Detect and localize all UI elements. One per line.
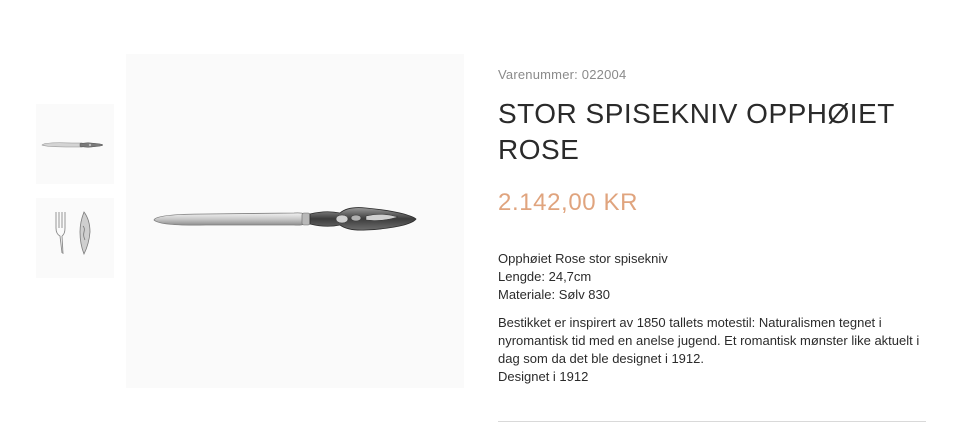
designed-year: Designet i 1912	[498, 369, 589, 384]
sku: Varenummer: 022004	[498, 66, 928, 84]
divider	[498, 421, 926, 422]
knife-thumbnail-icon	[41, 142, 104, 148]
main-product-image[interactable]	[126, 54, 464, 388]
thumbnail-gallery	[36, 104, 116, 292]
sku-value: 022004	[581, 67, 627, 82]
product-title: STOR SPISEKNIV OPPHØIET ROSE	[498, 98, 895, 165]
thumbnail-fork-and-spoon[interactable]	[36, 198, 114, 278]
thumbnail-knife[interactable]	[36, 104, 114, 184]
spec-name: Opphøiet Rose stor spisekniv	[498, 251, 668, 266]
fork-and-spoon-thumbnail-icon	[55, 211, 91, 255]
description-text: Bestikket er inspirert av 1850 tallets m…	[498, 315, 920, 366]
product-price: 2.142,00 KR	[498, 189, 639, 216]
product-info: Varenummer: 022004 STOR SPISEKNIV OPPHØI…	[498, 66, 928, 386]
spec-material: Materiale: Sølv 830	[498, 287, 610, 302]
sku-label: Varenummer:	[498, 67, 578, 82]
spec-length: Lengde: 24,7cm	[498, 269, 592, 284]
product-specs: Opphøiet Rose stor spisekniv Lengde: 24,…	[498, 250, 928, 304]
knife-image-icon	[153, 207, 417, 231]
product-description: Bestikket er inspirert av 1850 tallets m…	[498, 314, 926, 386]
